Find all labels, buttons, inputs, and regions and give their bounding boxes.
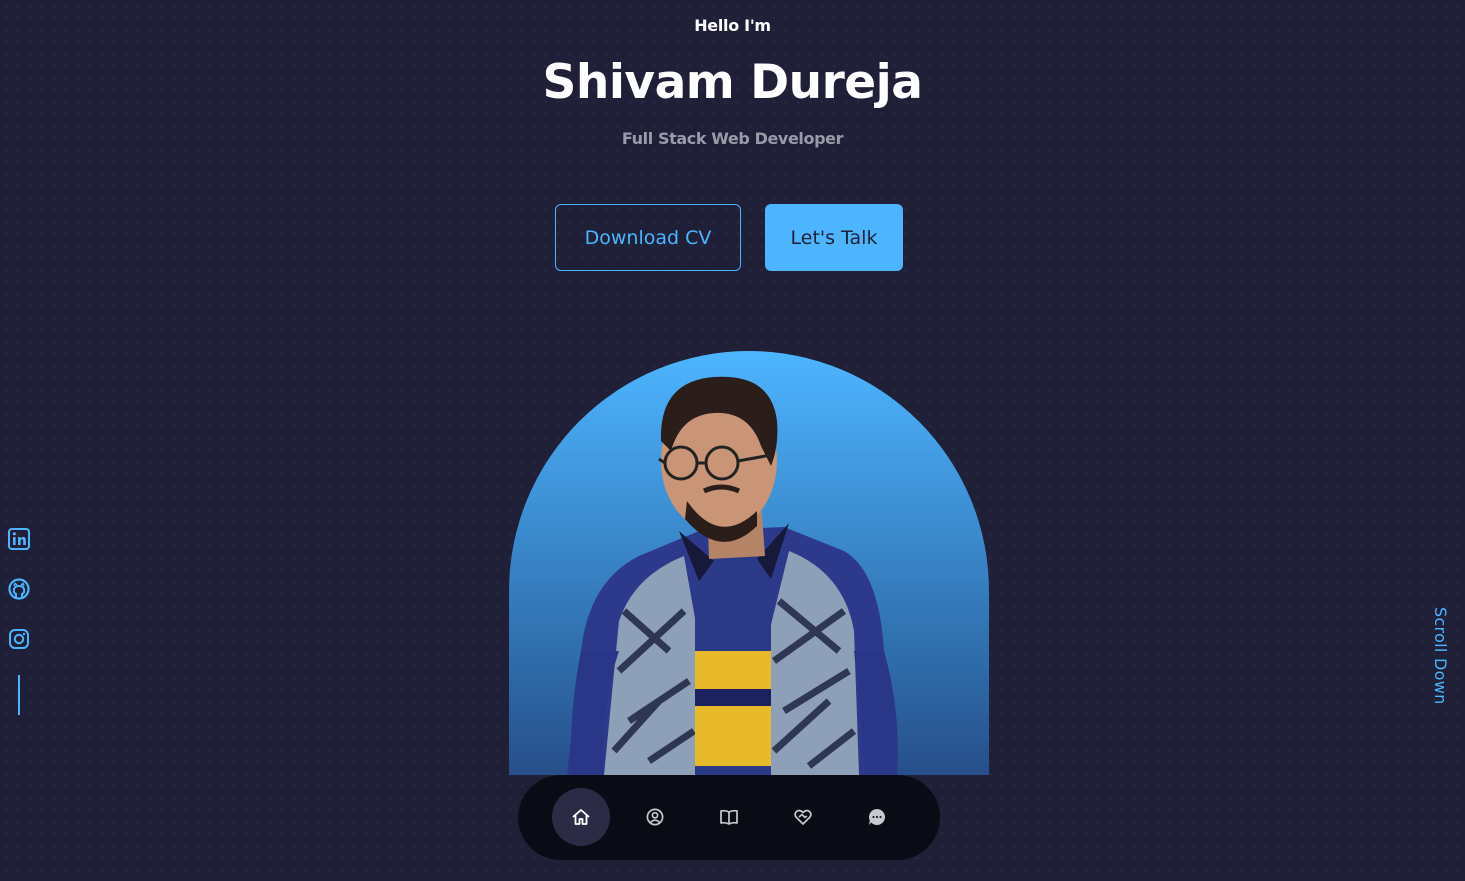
role-subtitle: Full Stack Web Developer [621, 129, 844, 148]
profile-portrait [509, 351, 989, 775]
social-divider-line [18, 675, 20, 715]
nav-contact[interactable] [848, 788, 906, 846]
nav-services[interactable] [774, 788, 832, 846]
message-icon [868, 809, 886, 825]
lets-talk-button[interactable]: Let's Talk [765, 204, 903, 271]
nav-home[interactable] [552, 788, 610, 846]
instagram-icon[interactable] [8, 628, 30, 650]
scroll-down-link[interactable]: Scroll Down [1431, 607, 1450, 705]
download-cv-button[interactable]: Download CV [555, 204, 741, 271]
nav-experience[interactable] [700, 788, 758, 846]
home-icon [572, 809, 590, 825]
nav-about[interactable] [626, 788, 684, 846]
portrait-illustration [567, 376, 898, 775]
linkedin-icon[interactable] [8, 528, 30, 550]
github-icon[interactable] [8, 578, 30, 600]
book-icon [720, 809, 738, 825]
page-title: Shivam Dureja [542, 55, 923, 110]
greeting-text: Hello I'm [694, 16, 771, 35]
user-icon [646, 808, 664, 826]
bottom-nav [518, 775, 940, 860]
handshake-icon [794, 809, 812, 825]
